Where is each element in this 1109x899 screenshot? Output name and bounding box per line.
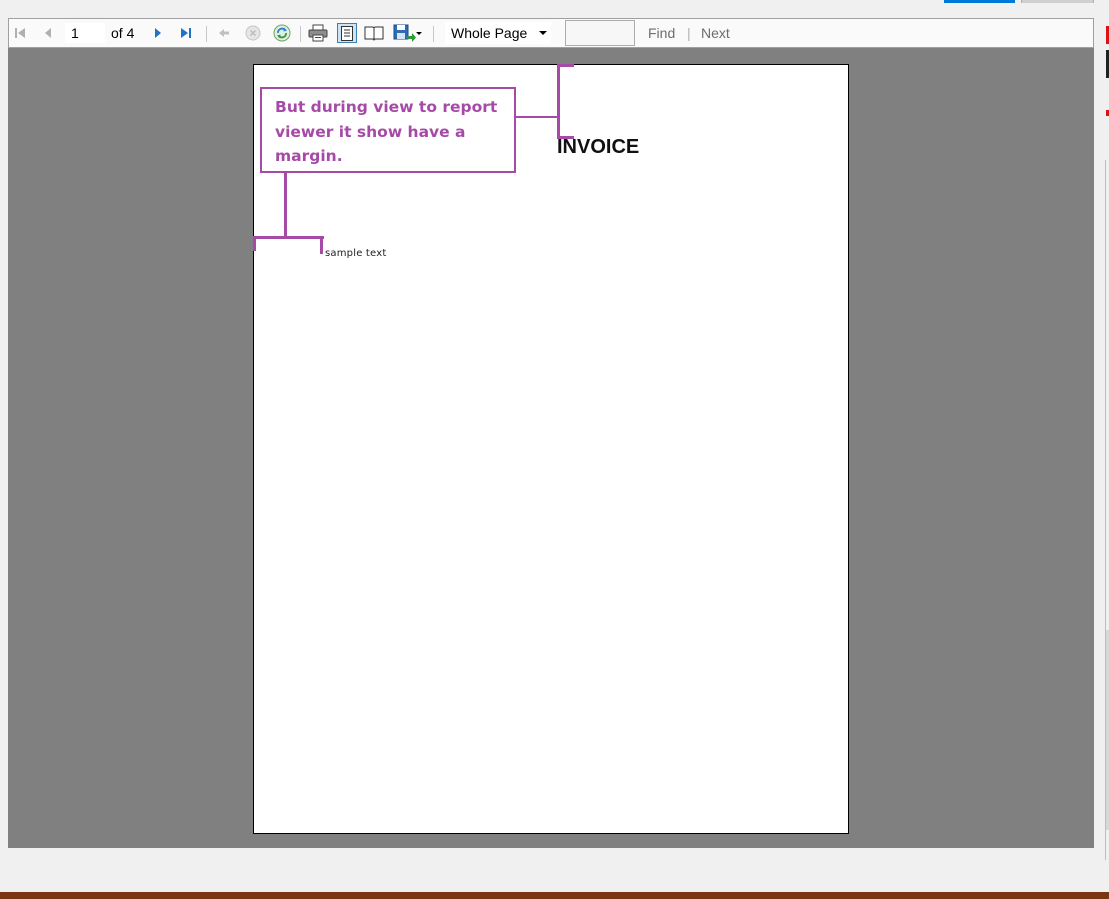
refresh-icon[interactable] <box>271 19 293 47</box>
total-pages: 4 <box>126 25 135 41</box>
page-setup-icon[interactable] <box>363 19 385 47</box>
chevron-down-icon <box>539 31 547 35</box>
report-page <box>253 64 849 834</box>
sample-text: sample text <box>325 248 387 259</box>
page-number-input[interactable] <box>65 23 105 43</box>
annotation-bracket <box>253 236 256 251</box>
annotation-bracket <box>557 64 560 139</box>
page-count-label: of 4 <box>111 19 134 47</box>
cancel-button[interactable] <box>1021 0 1094 3</box>
stop-icon[interactable] <box>243 19 263 47</box>
window-top-strip <box>0 0 1109 16</box>
report-title: INVOICE <box>557 136 640 158</box>
of-label: of <box>111 25 123 41</box>
window-bottom-bar <box>0 892 1109 899</box>
toolbar-separator <box>206 26 207 42</box>
find-text-input[interactable] <box>565 20 635 46</box>
find-separator: | <box>687 25 691 41</box>
window-right-edge <box>1100 0 1109 899</box>
find-link[interactable]: Find <box>648 19 675 47</box>
annotation-bracket <box>320 236 323 254</box>
report-viewer-toolbar: of 4 Whole Page Find | Next <box>8 18 1094 48</box>
ok-button[interactable] <box>944 0 1015 3</box>
annotation-bracket <box>253 236 324 239</box>
zoom-select[interactable]: Whole Page <box>445 22 551 44</box>
toolbar-separator <box>300 26 301 42</box>
annotation-bracket <box>557 64 574 67</box>
last-page-icon[interactable] <box>177 19 195 47</box>
previous-page-icon[interactable] <box>39 19 57 47</box>
annotation-callout: But during view to report viewer it show… <box>260 87 516 173</box>
next-link[interactable]: Next <box>701 19 730 47</box>
next-page-icon[interactable] <box>149 19 167 47</box>
annotation-bracket <box>557 136 574 139</box>
annotation-connector <box>284 173 287 238</box>
zoom-value: Whole Page <box>451 25 528 41</box>
print-layout-icon[interactable] <box>335 19 359 47</box>
back-to-parent-icon[interactable] <box>215 19 233 47</box>
annotation-connector <box>516 116 559 118</box>
print-icon[interactable] <box>307 19 329 47</box>
toolbar-separator <box>433 26 434 42</box>
export-icon[interactable] <box>391 19 425 47</box>
first-page-icon[interactable] <box>11 19 29 47</box>
